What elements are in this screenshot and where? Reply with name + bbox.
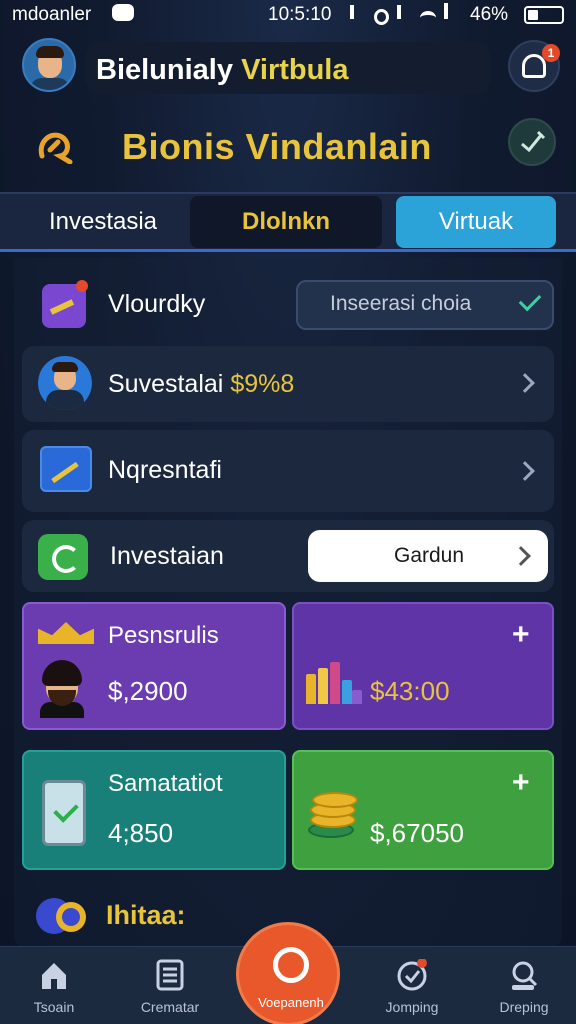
user-avatar[interactable] — [22, 38, 76, 92]
nav-home-label: Tsoain — [33, 999, 75, 1015]
card-bar-stats[interactable]: + $43:00 — [292, 602, 554, 730]
notification-button[interactable]: 1 — [508, 40, 560, 92]
nav-list[interactable]: Crematar — [120, 947, 220, 1024]
brand-title: Bionis Vindanlain — [122, 126, 432, 167]
app-title: Bielunialy Virtbula — [96, 54, 349, 87]
card-value: $43:00 — [370, 676, 450, 706]
nav-center-search-button[interactable]: Voepanenh — [236, 922, 340, 1024]
notification-badge: 1 — [542, 44, 560, 62]
suvestalai-amount: $9%8 — [230, 370, 295, 398]
add-icon[interactable]: + — [512, 618, 530, 652]
nav-home[interactable]: Tsoain — [4, 947, 104, 1024]
gardun-button[interactable]: Gardun — [308, 530, 548, 582]
list-item-suvestalai[interactable]: Suvestalai $9%8 — [22, 346, 554, 422]
signal-icon-3 — [444, 0, 460, 25]
tab-dlolnkn[interactable]: Dlolnkn — [190, 196, 382, 248]
nav-check[interactable]: Jomping — [362, 947, 462, 1024]
wifi-icon — [420, 11, 437, 25]
suvestalai-text: Suvestalai — [108, 370, 224, 398]
edit-check-icon — [521, 130, 546, 153]
card-label: Samatatiot — [108, 770, 223, 797]
bar-chart-icon — [306, 662, 362, 704]
check-badge-icon — [397, 959, 427, 991]
suvestalai-label: Suvestalai $9%8 — [108, 370, 294, 399]
card-coins[interactable]: + $,67050 — [292, 750, 554, 870]
gardun-button-label: Gardun — [394, 544, 465, 567]
edit-check-button[interactable] — [508, 118, 556, 166]
signal-icon-2 — [396, 0, 413, 25]
list-item-nqresntafi[interactable]: Nqresntafi — [22, 430, 554, 512]
card-samatatiot[interactable]: Samatatiot 4;850 — [22, 750, 286, 870]
brand-row: Bionis Vindanlain — [0, 112, 576, 182]
alarm-icon — [373, 9, 389, 25]
tablet-check-icon — [42, 780, 86, 846]
nav-center-label: Voepanenh — [258, 995, 324, 1010]
add-icon[interactable]: + — [512, 766, 530, 800]
tab-virtuak[interactable]: Virtuak — [396, 196, 556, 248]
nav-profile[interactable]: Dreping — [474, 947, 574, 1024]
chevron-right-icon — [515, 373, 535, 393]
status-bar: mdoanler 10:5:10 46% — [0, 0, 576, 30]
app-title-main: Bielunialy — [96, 54, 233, 86]
card-value: $,2900 — [108, 676, 188, 706]
app-title-accent: Virtbula — [241, 54, 349, 86]
shield-chart-icon — [42, 280, 88, 328]
card-value: 4;850 — [108, 818, 174, 848]
investment-select-value: Inseerasi choia — [330, 292, 472, 315]
profile-search-icon — [512, 961, 538, 990]
brand-logo-icon — [38, 132, 73, 164]
nqresntafi-label: Nqresntafi — [108, 456, 222, 484]
person-avatar-icon — [38, 356, 92, 410]
app-title-pill: Bielunialy Virtbula — [86, 42, 490, 94]
card-value: $,67050 — [370, 818, 464, 848]
carrier-name: mdoanler — [12, 4, 92, 25]
nav-check-label: Jomping — [385, 999, 439, 1015]
tab-investasia[interactable]: Investasia — [18, 196, 188, 248]
card-pesnsrulis[interactable]: Pesnsrulis $,2900 — [22, 602, 286, 730]
chevron-right-icon — [511, 546, 531, 566]
app-header: Bielunialy Virtbula 1 — [0, 30, 576, 110]
investment-select[interactable]: Inseerasi choia — [296, 280, 554, 330]
growth-chart-icon — [40, 446, 92, 492]
message-icon — [112, 4, 134, 21]
tab-bar: Investasia Dlolnkn Virtuak — [0, 192, 576, 252]
coins-icon — [304, 792, 358, 844]
status-icons — [350, 3, 460, 25]
bearded-person-icon — [36, 660, 88, 718]
chevron-right-icon — [515, 461, 535, 481]
camera-icon — [36, 894, 88, 934]
signal-icon — [350, 0, 366, 25]
crown-icon — [38, 622, 94, 644]
battery-icon — [524, 6, 564, 24]
nav-list-label: Crematar — [140, 999, 200, 1015]
battery-percent: 46% — [470, 4, 509, 25]
list-item-vlourdky: Vlourdky Inseerasi choia — [22, 272, 554, 340]
list-icon — [156, 959, 184, 991]
vlourdky-label: Vlourdky — [108, 290, 206, 318]
card-label: Pesnsrulis — [108, 622, 219, 649]
nav-profile-label: Dreping — [499, 999, 549, 1015]
search-icon — [273, 947, 309, 983]
list-item-investaian: Investaian Gardun — [22, 520, 554, 592]
check-icon — [518, 288, 542, 312]
phone-call-icon — [38, 534, 88, 580]
clock: 10:5:10 — [268, 4, 332, 25]
investaian-label: Investaian — [110, 542, 224, 570]
home-icon — [42, 963, 66, 989]
section-title: Ihitaa: — [106, 900, 186, 930]
